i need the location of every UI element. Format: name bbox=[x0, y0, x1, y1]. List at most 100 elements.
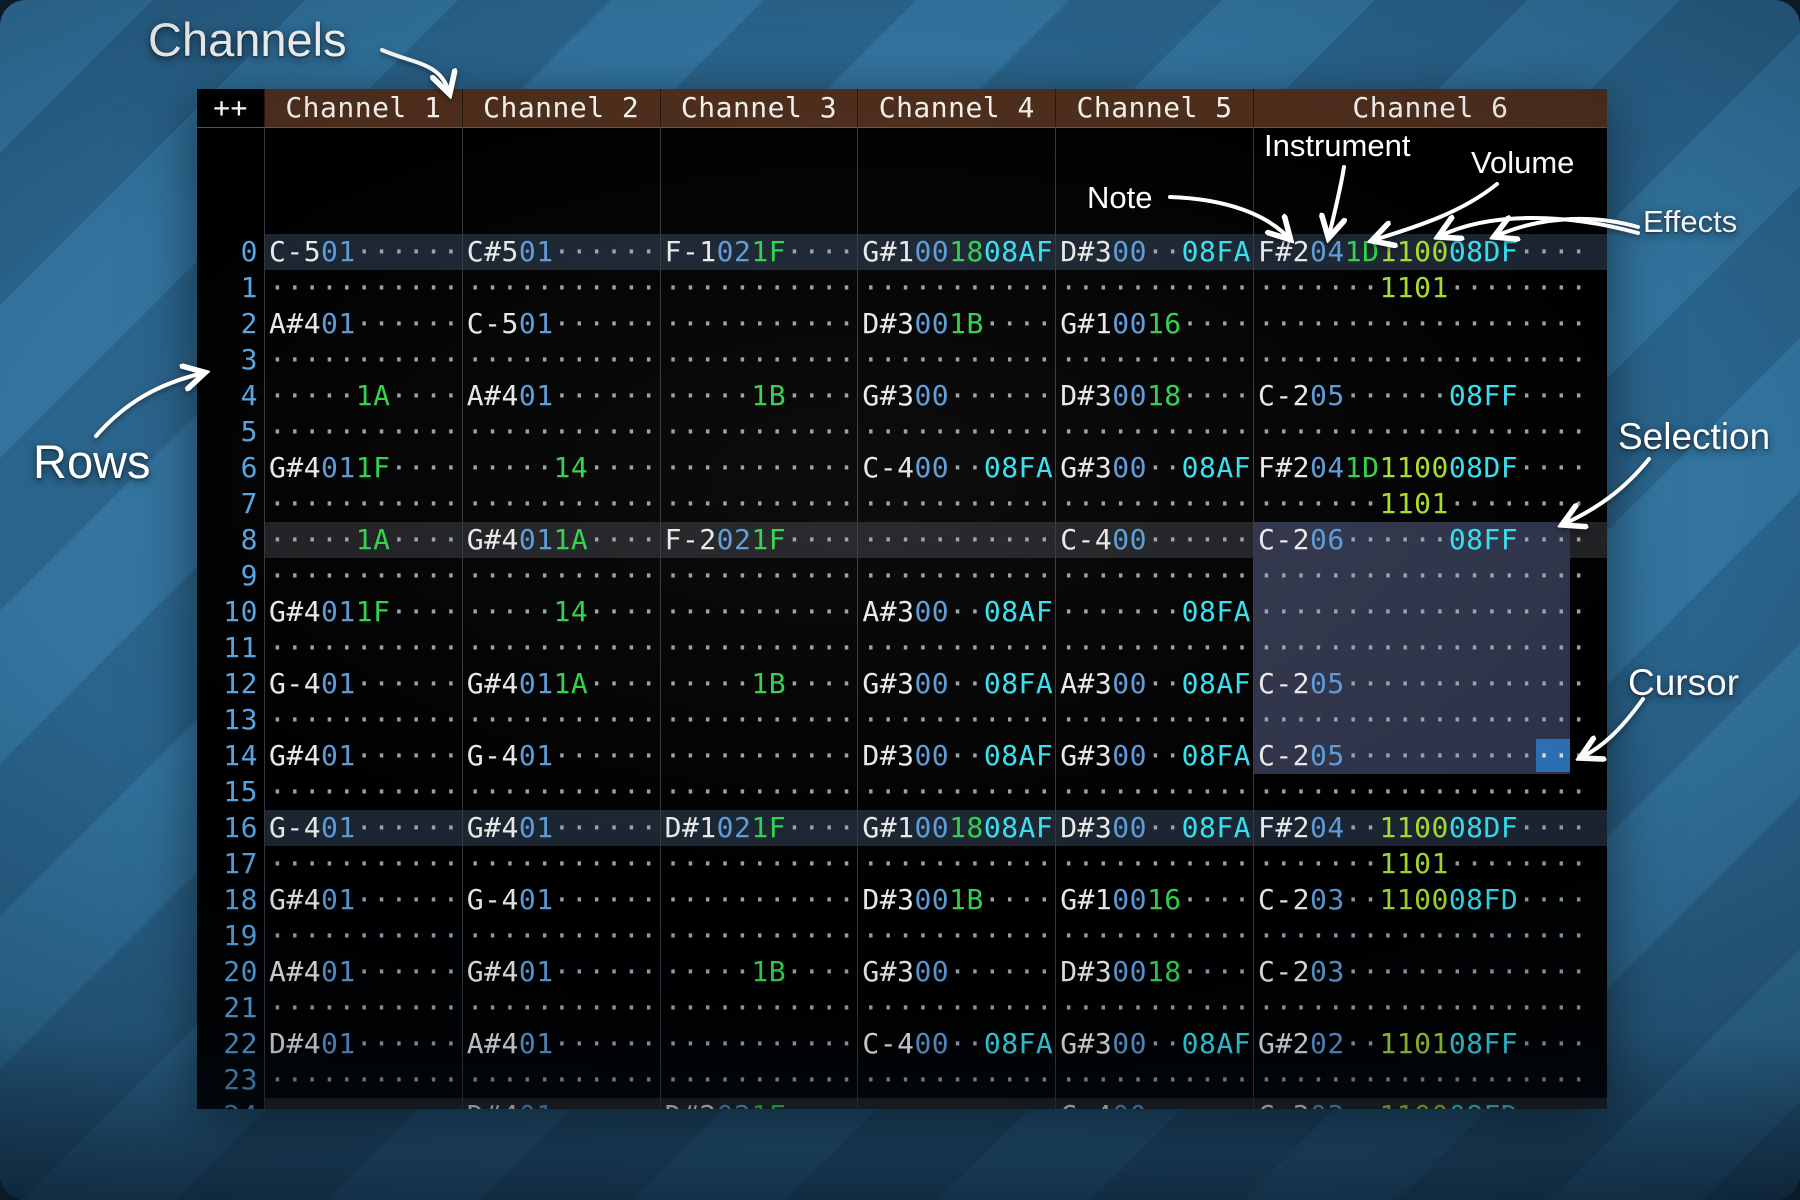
pattern-cell-ch3[interactable]: ··········· bbox=[660, 414, 858, 450]
pattern-cell-ch5[interactable]: ··········· bbox=[1055, 630, 1253, 666]
pattern-row-4[interactable]: 4·····1A····A#401···········1B····G#300·… bbox=[197, 378, 1607, 414]
pattern-cell-ch4[interactable]: ··········· bbox=[857, 774, 1055, 810]
pattern-cell-ch6[interactable]: ··················· bbox=[1253, 1062, 1607, 1098]
pattern-cell-ch5[interactable]: ··········· bbox=[1055, 486, 1253, 522]
pattern-cell-ch3[interactable]: ·····1B···· bbox=[660, 666, 858, 702]
pattern-cell-ch4[interactable]: D#3001B···· bbox=[857, 306, 1055, 342]
pattern-cell-ch1[interactable]: ··········· bbox=[264, 630, 462, 666]
pattern-cell-ch6[interactable]: C-203··110008FD···· bbox=[1253, 882, 1607, 918]
pattern-row-23[interactable]: 23······································… bbox=[197, 1062, 1607, 1098]
pattern-cell-ch5[interactable]: G#10016···· bbox=[1055, 882, 1253, 918]
pattern-row-7[interactable]: 7·······································… bbox=[197, 486, 1607, 522]
pattern-cell-ch3[interactable]: ··········· bbox=[660, 738, 858, 774]
pattern-cell-ch5[interactable]: C-400······ bbox=[1055, 522, 1253, 558]
pattern-cell-ch1[interactable]: ··········· bbox=[264, 1098, 462, 1109]
pattern-cell-ch1[interactable]: ··········· bbox=[264, 486, 462, 522]
pattern-cell-ch2[interactable]: ··········· bbox=[462, 630, 660, 666]
pattern-cell-ch5[interactable]: ··········· bbox=[1055, 918, 1253, 954]
channel-header-4[interactable]: Channel 4 bbox=[857, 89, 1055, 127]
pattern-cell-ch2[interactable]: G#4011A···· bbox=[462, 522, 660, 558]
pattern-cell-ch2[interactable]: ··········· bbox=[462, 414, 660, 450]
pattern-cell-ch1[interactable]: ··········· bbox=[264, 774, 462, 810]
pattern-cell-ch4[interactable]: ··········· bbox=[857, 522, 1055, 558]
pattern-cell-ch1[interactable]: G-401······ bbox=[264, 810, 462, 846]
pattern-cell-ch6[interactable]: C-303··110008FD···· bbox=[1253, 1098, 1607, 1109]
pattern-cell-ch6[interactable]: ··················· bbox=[1253, 306, 1607, 342]
pattern-cell-ch4[interactable]: ··········· bbox=[857, 702, 1055, 738]
channel-header-corner[interactable]: ++ bbox=[197, 89, 264, 127]
pattern-cell-ch5[interactable]: G#10016···· bbox=[1055, 306, 1253, 342]
pattern-cell-ch4[interactable]: A#300··08AF bbox=[857, 594, 1055, 630]
pattern-row-6[interactable]: 6G#4011F·········14···············C-400·… bbox=[197, 450, 1607, 486]
channel-header-2[interactable]: Channel 2 bbox=[462, 89, 660, 127]
pattern-row-11[interactable]: 11······································… bbox=[197, 630, 1607, 666]
pattern-cell-ch1[interactable]: ··········· bbox=[264, 270, 462, 306]
pattern-row-19[interactable]: 19······································… bbox=[197, 918, 1607, 954]
pattern-cell-ch6[interactable]: C-205·············· bbox=[1253, 666, 1607, 702]
pattern-cell-ch3[interactable]: ··········· bbox=[660, 702, 858, 738]
pattern-cell-ch6[interactable]: ··················· bbox=[1253, 702, 1607, 738]
pattern-cell-ch4[interactable]: ··········· bbox=[857, 486, 1055, 522]
pattern-cell-ch5[interactable]: ··········· bbox=[1055, 846, 1253, 882]
pattern-row-9[interactable]: 9·······································… bbox=[197, 558, 1607, 594]
pattern-cell-ch1[interactable]: G#401······ bbox=[264, 738, 462, 774]
pattern-cell-ch6[interactable]: ··················· bbox=[1253, 342, 1607, 378]
pattern-cell-ch1[interactable]: G#4011F···· bbox=[264, 450, 462, 486]
pattern-cell-ch1[interactable]: ··········· bbox=[264, 918, 462, 954]
pattern-row-10[interactable]: 10G#4011F·········14···············A#300… bbox=[197, 594, 1607, 630]
pattern-row-20[interactable]: 20A#401······G#401···········1B····G#300… bbox=[197, 954, 1607, 990]
pattern-cell-ch1[interactable]: C-501······ bbox=[264, 234, 462, 270]
pattern-cell-ch2[interactable]: A#401······ bbox=[462, 378, 660, 414]
pattern-cell-ch1[interactable]: G#4011F···· bbox=[264, 594, 462, 630]
pattern-cell-ch3[interactable]: ··········· bbox=[660, 558, 858, 594]
pattern-cell-ch6[interactable]: C-205·············· bbox=[1253, 738, 1607, 774]
pattern-cell-ch4[interactable]: ··········· bbox=[857, 270, 1055, 306]
pattern-cell-ch6[interactable]: ·······1101········ bbox=[1253, 270, 1607, 306]
pattern-cell-ch1[interactable]: G-401······ bbox=[264, 666, 462, 702]
pattern-row-17[interactable]: 17······································… bbox=[197, 846, 1607, 882]
pattern-cell-ch2[interactable]: ··········· bbox=[462, 990, 660, 1026]
pattern-cell-ch6[interactable]: ··················· bbox=[1253, 918, 1607, 954]
channel-header-5[interactable]: Channel 5 bbox=[1055, 89, 1253, 127]
pattern-row-21[interactable]: 21······································… bbox=[197, 990, 1607, 1026]
pattern-cell-ch5[interactable]: ··········· bbox=[1055, 990, 1253, 1026]
pattern-cell-ch3[interactable]: ··········· bbox=[660, 1062, 858, 1098]
pattern-cell-ch5[interactable]: ··········· bbox=[1055, 558, 1253, 594]
pattern-cell-ch4[interactable]: C-400··08FA bbox=[857, 450, 1055, 486]
pattern-cell-ch6[interactable]: C-206······08FF···· bbox=[1253, 522, 1607, 558]
pattern-cell-ch3[interactable]: ··········· bbox=[660, 846, 858, 882]
pattern-cell-ch6[interactable]: ··················· bbox=[1253, 630, 1607, 666]
pattern-row-12[interactable]: 12G-401······G#4011A·········1B····G#300… bbox=[197, 666, 1607, 702]
pattern-cell-ch1[interactable]: ··········· bbox=[264, 558, 462, 594]
pattern-cell-ch2[interactable]: ··········· bbox=[462, 1062, 660, 1098]
pattern-cell-ch5[interactable]: G#300··08AF bbox=[1055, 450, 1253, 486]
pattern-cell-ch4[interactable]: ··········· bbox=[857, 990, 1055, 1026]
pattern-cell-ch2[interactable]: A#401······ bbox=[462, 1026, 660, 1062]
pattern-cell-ch6[interactable]: ·······1101········ bbox=[1253, 846, 1607, 882]
pattern-cell-ch3[interactable]: ··········· bbox=[660, 882, 858, 918]
pattern-cell-ch1[interactable]: ··········· bbox=[264, 1062, 462, 1098]
pattern-row-22[interactable]: 22D#401······A#401·················C-400… bbox=[197, 1026, 1607, 1062]
pattern-cell-ch2[interactable]: ·····14···· bbox=[462, 594, 660, 630]
pattern-cell-ch6[interactable]: ··················· bbox=[1253, 774, 1607, 810]
pattern-cell-ch5[interactable]: D#30018···· bbox=[1055, 954, 1253, 990]
pattern-cell-ch3[interactable]: ·····1B···· bbox=[660, 954, 858, 990]
pattern-cell-ch2[interactable]: ··········· bbox=[462, 774, 660, 810]
pattern-cell-ch2[interactable]: ··········· bbox=[462, 846, 660, 882]
pattern-cell-ch6[interactable]: ··················· bbox=[1253, 594, 1607, 630]
pattern-cell-ch2[interactable]: G-401······ bbox=[462, 882, 660, 918]
pattern-cell-ch5[interactable]: ··········· bbox=[1055, 342, 1253, 378]
pattern-cell-ch2[interactable]: G-401······ bbox=[462, 738, 660, 774]
pattern-row-15[interactable]: 15······································… bbox=[197, 774, 1607, 810]
channel-header-1[interactable]: Channel 1 bbox=[264, 89, 462, 127]
pattern-cell-ch2[interactable]: D#401······ bbox=[462, 1098, 660, 1109]
pattern-cell-ch2[interactable]: ··········· bbox=[462, 486, 660, 522]
pattern-cell-ch4[interactable]: C-400··08FA bbox=[857, 1026, 1055, 1062]
pattern-cell-ch2[interactable]: ··········· bbox=[462, 270, 660, 306]
pattern-row-24[interactable]: 24···········D#401······D#2021F·········… bbox=[197, 1098, 1607, 1109]
pattern-cell-ch1[interactable]: ··········· bbox=[264, 702, 462, 738]
pattern-cell-ch3[interactable]: D#2021F···· bbox=[660, 1098, 858, 1109]
pattern-cell-ch3[interactable]: ··········· bbox=[660, 450, 858, 486]
pattern-cell-ch5[interactable]: ·······08FA bbox=[1055, 594, 1253, 630]
pattern-cell-ch5[interactable]: G#300··08AF bbox=[1055, 1026, 1253, 1062]
